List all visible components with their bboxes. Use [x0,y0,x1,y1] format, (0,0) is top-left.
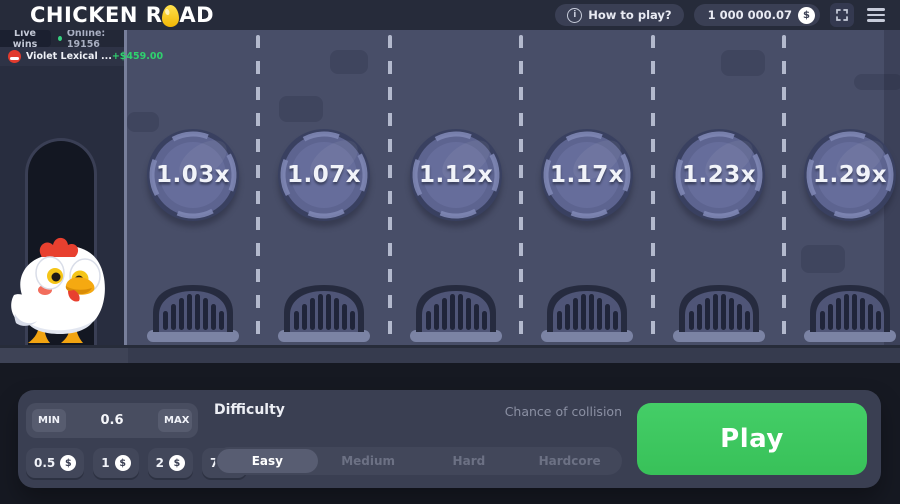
balance-value: 1 000 000.07 [707,8,792,22]
sewer-grate-icon [804,285,896,342]
top-bar: CHICKEN R AD i How to play? 1 000 000.07… [0,0,900,30]
chicken-road-app: CHICKEN R AD i How to play? 1 000 000.07… [0,0,900,504]
bet-amount-control: MIN 0.6 MAX [26,403,198,438]
dollar-coin-icon: $ [114,455,131,471]
road-patch [330,50,368,74]
win-amount: +$459.00 [111,51,164,62]
multiplier-value: 1.17x [549,162,625,188]
road-patch [279,96,323,122]
dollar-coin-icon: $ [798,6,815,24]
winner-name: Violet Lexical ... [26,51,112,62]
logo-text-right: AD [179,3,215,27]
multiplier-disc: 1.12x [408,127,504,223]
lane-divider [256,35,260,345]
logo-text-left: CHICKEN R [30,3,163,27]
how-to-play-label: How to play? [588,8,672,22]
multiplier-value: 1.07x [286,162,362,188]
sidewalk [0,345,900,363]
multiplier-value: 1.29x [812,162,888,188]
sewer-grate-icon [278,285,370,342]
bet-amount-value[interactable]: 0.6 [100,413,123,428]
sewer-grate-icon [147,285,239,342]
left-sidebar: Live wins Online: 19156 Violet Lexical .… [0,28,163,345]
multiplier-value: 1.03x [155,162,231,188]
max-bet-button[interactable]: MAX [158,409,192,432]
online-dot-icon [58,36,62,41]
game-area: 1.03x 1.07x 1.12x 1.17x 1.23x 1.29x Live… [0,28,900,363]
lane-divider [782,35,786,345]
control-panel: MIN 0.6 MAX 0.5 $ 1 $ 2 $ 7 [0,363,900,504]
quick-bet-chip-2[interactable]: 2 $ [147,448,193,478]
controls-card: MIN 0.6 MAX 0.5 $ 1 $ 2 $ 7 [18,390,881,488]
road-patch [801,245,845,273]
multiplier-value: 1.23x [681,162,757,188]
top-bar-actions: i How to play? 1 000 000.07 $ [555,3,900,27]
tab-hard[interactable]: Hard [419,449,520,473]
fullscreen-button[interactable] [830,3,854,27]
difficulty-label: Difficulty [214,402,285,418]
app-logo: CHICKEN R AD [30,3,214,27]
dollar-coin-icon: $ [60,455,77,471]
sewer-grate-icon [410,285,502,342]
lane-divider [388,35,392,345]
min-bet-button[interactable]: MIN [32,409,66,432]
multiplier-disc: 1.03x [145,127,241,223]
player-avatar [8,50,21,63]
balance-display: 1 000 000.07 $ [693,4,820,26]
dollar-coin-icon: $ [168,455,185,471]
multiplier-disc: 1.07x [276,127,372,223]
egg-icon [162,5,180,27]
live-wins-tab[interactable]: Live wins [0,28,52,50]
quick-bet-chips: 0.5 $ 1 $ 2 $ 7 $ [26,448,248,478]
menu-button[interactable] [864,3,888,27]
road-patch [721,50,765,76]
chicken-character [11,237,105,343]
fullscreen-icon [836,9,848,21]
tab-hardcore[interactable]: Hardcore [519,449,620,473]
multiplier-disc: 1.17x [539,127,635,223]
live-wins-bar: Live wins Online: 19156 [0,28,124,50]
multiplier-disc: 1.23x [671,127,767,223]
tab-easy[interactable]: Easy [217,449,318,473]
chance-of-collision-label: Chance of collision [504,404,622,419]
multiplier-disc: 1.29x [802,127,898,223]
sewer-grate-icon [541,285,633,342]
quick-bet-chip-1[interactable]: 1 $ [93,448,139,478]
play-button[interactable]: Play [637,403,867,475]
hamburger-icon [867,8,885,11]
difficulty-tabs: Easy Medium Hard Hardcore [215,447,622,475]
live-win-entry: Violet Lexical ... +$459.00 [0,47,163,66]
road: 1.03x 1.07x 1.12x 1.17x 1.23x 1.29x [124,30,900,345]
multiplier-value: 1.12x [418,162,494,188]
lane-divider [651,35,655,345]
how-to-play-button[interactable]: i How to play? [555,4,684,26]
lane-divider [519,35,523,345]
sewer-grate-icon [673,285,765,342]
tab-medium[interactable]: Medium [318,449,419,473]
info-icon: i [567,7,583,23]
quick-bet-chip-0.5[interactable]: 0.5 $ [26,448,85,478]
